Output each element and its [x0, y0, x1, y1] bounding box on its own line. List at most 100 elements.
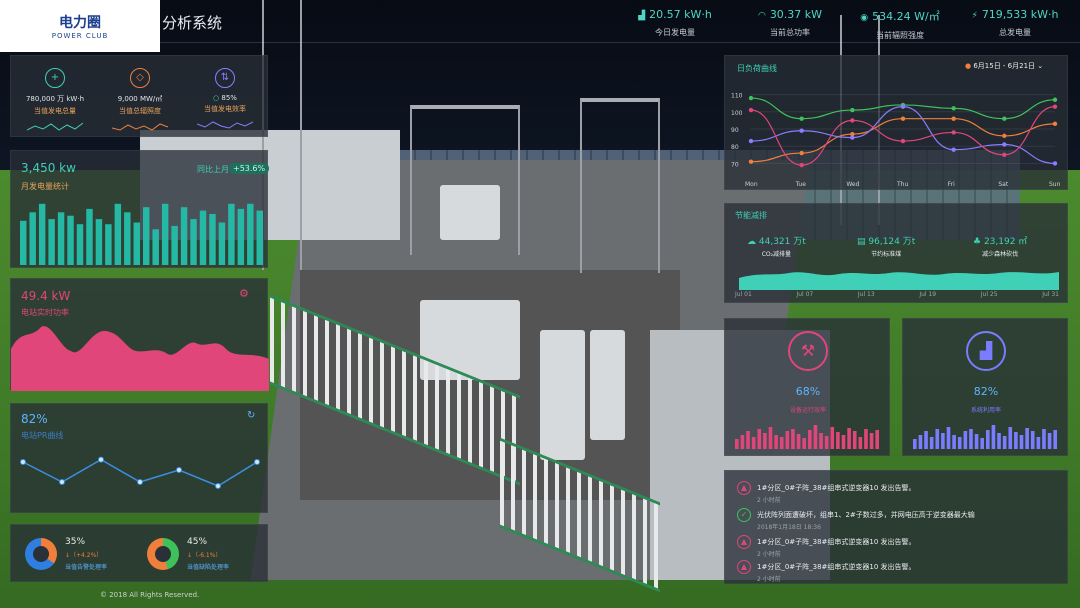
- panel-monthly-generation: 3,450 kw 月发电量统计 同比上月 +53.6%: [10, 150, 270, 268]
- data-point: [951, 147, 956, 152]
- data-point: [799, 150, 804, 156]
- bar: [875, 430, 879, 449]
- bar: [1014, 432, 1018, 449]
- axis-tick-label: Sun: [1049, 181, 1061, 188]
- bar: [946, 427, 951, 449]
- axis-tick-label: Jul 13: [857, 291, 875, 298]
- data-point: [176, 467, 182, 473]
- data-point: [748, 95, 754, 101]
- bar: [913, 439, 917, 449]
- kpi-value: 719,533 kW·h: [981, 8, 1059, 21]
- axis-tick-label: Thu: [896, 181, 908, 188]
- bar: [830, 427, 835, 449]
- data-point: [1002, 116, 1007, 121]
- energy-label: 减少森林砍伐: [982, 251, 1019, 258]
- copyright: © 2018 All Rights Reserved.: [100, 591, 200, 599]
- bar: [836, 432, 840, 449]
- panel-handling-rates: 35% ↓（+4.2%） 当值告警处理率 45% ↓（-6.1%） 当值缺陷处理…: [10, 524, 268, 582]
- bar: [864, 429, 868, 449]
- stat-label: 当值发电效率: [204, 105, 246, 113]
- bar: [986, 430, 990, 449]
- event-item[interactable]: ▲ 1#分区_0#子阵_38#组串式逆变器10 发出告警。 2 小时前: [737, 481, 1057, 504]
- bar: [57, 212, 65, 265]
- bar: [124, 212, 131, 265]
- kpi-daily-generation: ▟ 20.57 kW·h 今日发电量: [635, 8, 715, 38]
- bar: [86, 208, 93, 265]
- panel-daily-load: 日负荷曲线 ● 6月15日 - 6月21日 ⌄ 110 100 90 80 70 Mon T…: [724, 55, 1068, 190]
- transmission-tower-left: [262, 0, 302, 270]
- bar: [1030, 431, 1035, 449]
- data-point: [1002, 152, 1007, 157]
- energy-stat: ☁ 44,321 万t CO₂减排量: [747, 234, 806, 258]
- pr-value: 82%: [21, 412, 48, 426]
- energy-label: CO₂减排量: [761, 251, 792, 258]
- bar: [29, 212, 36, 265]
- axis-tick-label: 80: [731, 144, 739, 151]
- axis-tick-label: Jul 25: [980, 291, 998, 298]
- kpi-value: 534.24 W/㎡: [872, 10, 940, 23]
- power-value: 49.4 kW: [21, 289, 71, 303]
- bar: [841, 435, 846, 449]
- gantry-frame-2: [580, 98, 660, 273]
- event-item[interactable]: ✓ 光伏阵列面遭破坏，组串1、2#子数过多，并网电压高于逆变器最大输 2018年1…: [737, 508, 1057, 531]
- data-point: [254, 459, 260, 465]
- chart-icon: ▟: [638, 11, 646, 21]
- bar: [218, 222, 226, 265]
- bar: [1053, 430, 1057, 449]
- rate-delta: ↓（+4.2%）: [65, 552, 103, 559]
- load-line-chart: 110 100 90 80 70 Mon Tue Wed Thu Fri Sat Sun: [731, 93, 1061, 188]
- bar: [997, 433, 1001, 449]
- bar: [38, 203, 46, 265]
- bar: [824, 436, 829, 449]
- event-time: 2 小时前: [757, 551, 781, 558]
- event-item[interactable]: ▲ 1#分区_0#子阵_38#组串式逆变器10 发出告警。 2 小时前: [737, 560, 1057, 583]
- bar: [105, 224, 112, 265]
- bar: [76, 224, 84, 265]
- bar: [1036, 437, 1041, 449]
- energy-value: 96,124 万t: [868, 237, 916, 247]
- bar: [819, 433, 823, 449]
- axis-tick-label: Jul 07: [796, 291, 814, 298]
- stat-label: 当值总辐照度: [119, 107, 161, 115]
- axis-tick-label: Tue: [795, 181, 807, 188]
- bar: [963, 431, 968, 449]
- pr-label: 电站PR曲线: [21, 431, 64, 440]
- panel-system-utilization: ▟ 82% 系统利用率: [902, 318, 1068, 456]
- gauge-bar-chart: [913, 425, 1057, 449]
- event-text: 1#分区_0#子阵_38#组串式逆变器10 发出告警。: [757, 563, 916, 571]
- logo-subtext: POWER CLUB: [51, 32, 109, 40]
- axis-tick-label: Jul 01: [735, 291, 752, 298]
- logo-text: 电力圈: [59, 15, 101, 31]
- panel-realtime-power: 49.4 kW 电站实时功率 ⚙: [10, 278, 269, 391]
- data-point: [850, 118, 855, 123]
- transformer-rear: [440, 185, 500, 240]
- sparkline: [111, 123, 169, 131]
- kpi-label: 当前总功率: [770, 28, 810, 37]
- bar: [171, 225, 178, 265]
- data-point: [799, 162, 804, 168]
- bar: [974, 434, 979, 449]
- refresh-icon[interactable]: ↻: [247, 410, 255, 421]
- chevron-down-icon: ⌄: [1037, 62, 1044, 70]
- axis-tick-label: Jul 19: [919, 291, 937, 298]
- settings-icon[interactable]: ⚙: [239, 287, 249, 300]
- data-point: [137, 479, 143, 485]
- data-point: [1002, 142, 1007, 147]
- alarm-icon: ▲: [737, 481, 751, 495]
- bar: [180, 207, 188, 265]
- axis-tick-label: 100: [731, 110, 743, 117]
- event-item[interactable]: ▲ 1#分区_0#子阵_38#组串式逆变器10 发出告警。 2 小时前: [737, 535, 1057, 558]
- data-point: [748, 107, 754, 113]
- energy-value: 23,192 ㎡: [983, 237, 1028, 247]
- equipment-tank: [590, 330, 625, 440]
- bar: [1002, 436, 1007, 449]
- kpi-label: 今日发电量: [655, 28, 695, 37]
- bar: [735, 439, 739, 449]
- panel-equipment-efficiency: ⚒ 68% 设备运行效率: [724, 318, 890, 456]
- date-range-select[interactable]: ● 6月15日 - 6月21日 ⌄: [965, 61, 1043, 71]
- bar: [918, 435, 923, 449]
- bar: [228, 203, 235, 265]
- bar: [969, 429, 973, 449]
- data-point: [215, 483, 221, 489]
- data-point: [1052, 161, 1058, 166]
